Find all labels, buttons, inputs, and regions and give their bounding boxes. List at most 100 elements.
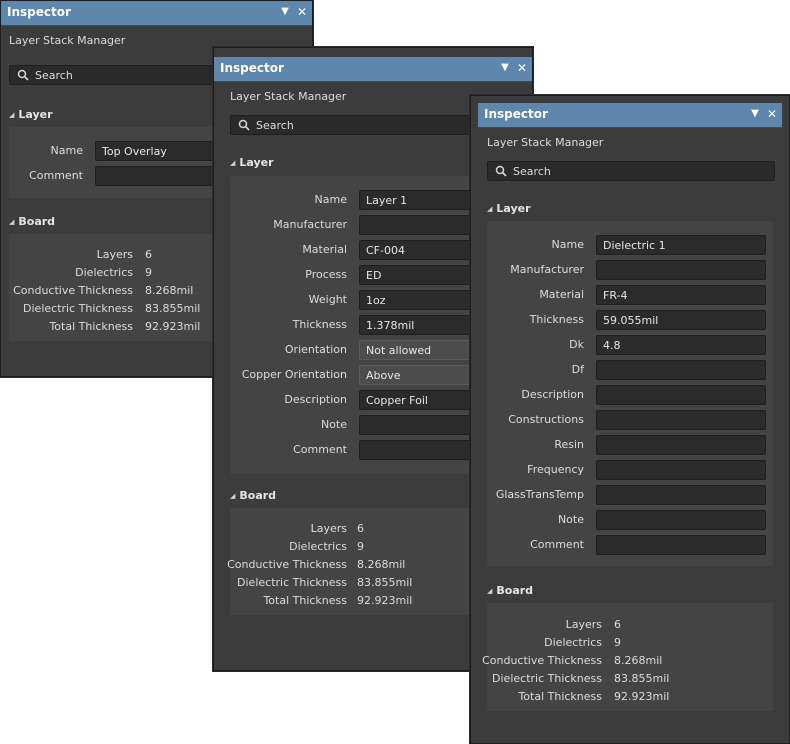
board-value-total-thickness: 92.923mil xyxy=(357,594,413,607)
collapse-icon: ◢ xyxy=(230,159,236,167)
dropdown-icon[interactable]: ▼ xyxy=(498,61,512,75)
panel-subtitle: Layer Stack Manager xyxy=(230,90,347,103)
collapse-icon: ◢ xyxy=(9,218,15,226)
frequency-field[interactable] xyxy=(596,460,766,480)
collapse-icon: ◢ xyxy=(230,492,236,500)
board-section-header[interactable]: ◢ Board xyxy=(487,584,533,597)
close-icon[interactable]: ✕ xyxy=(765,107,779,121)
thickness-field[interactable]: 59.055mil xyxy=(596,310,766,330)
board-value-dielectrics: 9 xyxy=(614,636,621,649)
board-value-dielectric-thickness: 83.855mil xyxy=(145,302,201,315)
search-icon xyxy=(495,165,507,177)
board-label-dielectric-thickness: Dielectric Thickness xyxy=(23,302,133,315)
panel-subtitle: Layer Stack Manager xyxy=(487,136,604,149)
manufacturer-field[interactable] xyxy=(596,260,766,280)
glasstranstemp-field[interactable] xyxy=(596,485,766,505)
description-field[interactable] xyxy=(596,385,766,405)
board-label-conductive-thickness: Conductive Thickness xyxy=(482,654,602,667)
board-label-layers: Layers xyxy=(96,248,133,261)
field-label-orientation: Orientation xyxy=(284,343,347,356)
field-label-comment: Comment xyxy=(530,538,584,551)
field-label-glasstranstemp: GlassTransTemp xyxy=(495,488,584,501)
board-value-dielectrics: 9 xyxy=(145,266,152,279)
board-value-dielectric-thickness: 83.855mil xyxy=(614,672,670,685)
board-section-header[interactable]: ◢ Board xyxy=(230,489,276,502)
board-value-layers: 6 xyxy=(357,522,364,535)
board-value-layers: 6 xyxy=(145,248,152,261)
field-label-material: Material xyxy=(302,243,347,256)
board-value-conductive-thickness: 8.268mil xyxy=(357,558,406,571)
field-label-name: Name xyxy=(551,238,584,251)
search-icon xyxy=(17,69,29,81)
constructions-field[interactable] xyxy=(596,410,766,430)
field-label-manufacturer: Manufacturer xyxy=(273,218,347,231)
title-bar[interactable]: Inspector ▼ ✕ xyxy=(1,1,312,26)
material-field[interactable]: FR-4 xyxy=(596,285,766,305)
field-label-resin: Resin xyxy=(554,438,584,451)
field-label-note: Note xyxy=(557,513,584,526)
board-label-dielectric-thickness: Dielectric Thickness xyxy=(237,576,347,589)
board-value-total-thickness: 92.923mil xyxy=(614,690,670,703)
field-label-comment: Comment xyxy=(29,169,83,182)
title-bar[interactable]: Inspector ▼ ✕ xyxy=(214,57,532,82)
layer-section-header[interactable]: ◢ Layer xyxy=(487,202,531,215)
resin-field[interactable] xyxy=(596,435,766,455)
field-label-df: Df xyxy=(571,363,584,376)
board-label-conductive-thickness: Conductive Thickness xyxy=(227,558,347,571)
search-icon xyxy=(238,119,250,131)
board-label-dielectrics: Dielectrics xyxy=(544,636,602,649)
field-label-thickness: Thickness xyxy=(292,318,347,331)
note-field[interactable] xyxy=(596,510,766,530)
layer-section-header[interactable]: ◢ Layer xyxy=(9,108,53,121)
field-label-note: Note xyxy=(320,418,347,431)
df-field[interactable] xyxy=(596,360,766,380)
board-section-header[interactable]: ◢ Board xyxy=(9,215,55,228)
field-label-name: Name xyxy=(50,144,83,157)
board-value-dielectrics: 9 xyxy=(357,540,364,553)
field-label-weight: Weight xyxy=(308,293,347,306)
collapse-icon: ◢ xyxy=(9,111,15,119)
board-value-total-thickness: 92.923mil xyxy=(145,320,201,333)
field-label-manufacturer: Manufacturer xyxy=(510,263,584,276)
field-label-dk: Dk xyxy=(569,338,584,351)
search-placeholder: Search xyxy=(35,69,73,82)
field-label-thickness: Thickness xyxy=(529,313,584,326)
search-placeholder: Search xyxy=(513,165,551,178)
comment-field[interactable] xyxy=(596,535,766,555)
dropdown-icon[interactable]: ▼ xyxy=(748,107,762,121)
board-label-dielectrics: Dielectrics xyxy=(289,540,347,553)
board-value-conductive-thickness: 8.268mil xyxy=(614,654,663,667)
board-label-total-thickness: Total Thickness xyxy=(518,690,602,703)
search-input[interactable]: Search xyxy=(487,161,775,181)
field-label-name: Name xyxy=(314,193,347,206)
field-label-description: Description xyxy=(284,393,347,406)
board-value-layers: 6 xyxy=(614,618,621,631)
field-label-material: Material xyxy=(539,288,584,301)
collapse-icon: ◢ xyxy=(487,205,493,213)
field-label-frequency: Frequency xyxy=(527,463,584,476)
field-label-constructions: Constructions xyxy=(508,413,584,426)
close-icon[interactable]: ✕ xyxy=(295,5,309,19)
board-label-layers: Layers xyxy=(565,618,602,631)
close-icon[interactable]: ✕ xyxy=(515,61,529,75)
board-label-layers: Layers xyxy=(310,522,347,535)
field-label-process: Process xyxy=(305,268,347,281)
panel-title: Inspector xyxy=(7,5,71,19)
dropdown-icon[interactable]: ▼ xyxy=(278,5,292,19)
collapse-icon: ◢ xyxy=(487,587,493,595)
board-label-dielectric-thickness: Dielectric Thickness xyxy=(492,672,602,685)
board-label-conductive-thickness: Conductive Thickness xyxy=(13,284,133,297)
panel-subtitle: Layer Stack Manager xyxy=(9,34,126,47)
field-label-comment: Comment xyxy=(293,443,347,456)
layer-section-header[interactable]: ◢ Layer xyxy=(230,156,274,169)
board-value-dielectric-thickness: 83.855mil xyxy=(357,576,413,589)
board-label-dielectrics: Dielectrics xyxy=(75,266,133,279)
name-field[interactable]: Dielectric 1 xyxy=(596,235,766,255)
field-label-copper-orientation: Copper Orientation xyxy=(241,368,347,381)
field-label-description: Description xyxy=(521,388,584,401)
inspector-panel-3: Inspector ▼ ✕ Layer Stack Manager Search… xyxy=(470,95,790,744)
dk-field[interactable]: 4.8 xyxy=(596,335,766,355)
title-bar[interactable]: Inspector ▼ ✕ xyxy=(478,103,782,128)
panel-title: Inspector xyxy=(220,61,284,75)
board-value-conductive-thickness: 8.268mil xyxy=(145,284,194,297)
